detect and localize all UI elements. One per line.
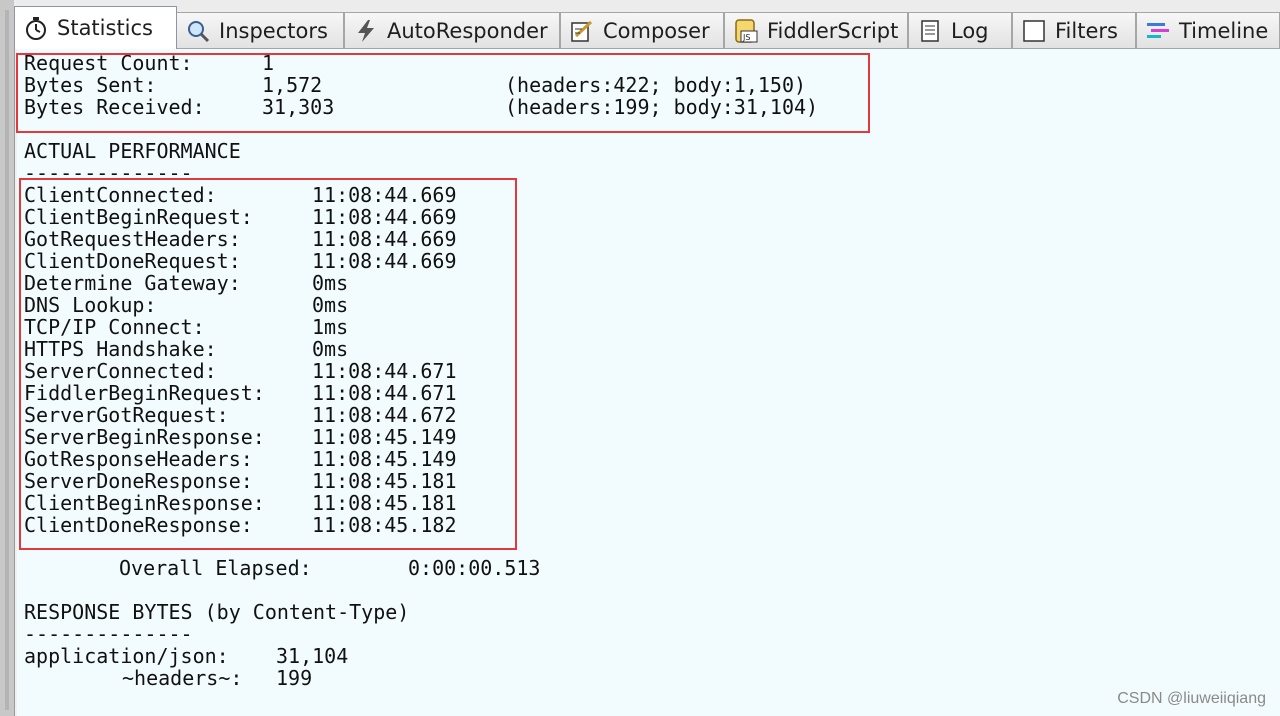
tab-composer[interactable]: Composer — [560, 12, 724, 48]
tab-label: Composer — [603, 18, 710, 43]
tab-statistics[interactable]: Statistics — [14, 6, 177, 49]
tab-label: Filters — [1055, 18, 1118, 43]
timeline-icon — [1145, 18, 1171, 44]
left-splitter[interactable] — [0, 0, 15, 716]
tab-autoresponder[interactable]: AutoResponder — [344, 12, 560, 48]
checkbox-icon — [1021, 18, 1047, 44]
response-bytes-row-value: 199 — [276, 666, 313, 690]
response-bytes-separator: -------------- — [24, 622, 193, 646]
tab-label: Statistics — [57, 16, 153, 40]
performance-heading: ACTUAL PERFORMANCE — [24, 139, 241, 163]
watermark: CSDN @liuweiiqiang — [1117, 690, 1266, 707]
overall-elapsed-value: 0:00:00.513 — [408, 556, 541, 580]
response-bytes-row-value: 31,104 — [276, 644, 349, 668]
tab-timeline[interactable]: Timeline — [1136, 12, 1280, 48]
tab-bar: Statistics Inspectors AutoResponder Comp… — [14, 0, 1280, 49]
tab-label: Log — [951, 18, 989, 43]
performance-highlight-box — [19, 178, 517, 550]
svg-text:JS: JS — [742, 33, 750, 42]
tab-label: Timeline — [1179, 18, 1269, 43]
tab-label: Inspectors — [219, 18, 328, 43]
overall-elapsed-label: Overall Elapsed: — [119, 556, 312, 580]
magnifier-icon — [185, 18, 211, 44]
script-js-icon: JS — [733, 18, 759, 44]
summary-highlight-box — [16, 53, 870, 133]
tab-log[interactable]: Log — [908, 12, 1012, 48]
document-icon — [917, 18, 943, 44]
tab-fiddlerscript[interactable]: JS FiddlerScript — [724, 12, 908, 48]
stopwatch-icon — [23, 15, 49, 41]
tab-inspectors[interactable]: Inspectors — [176, 12, 344, 48]
tab-label: AutoResponder — [387, 18, 548, 43]
response-bytes-row-label: ~headers~: — [122, 666, 243, 690]
tab-filters[interactable]: Filters — [1012, 12, 1136, 48]
response-bytes-heading: RESPONSE BYTES (by Content-Type) — [24, 600, 410, 624]
tab-label: FiddlerScript — [767, 18, 899, 43]
edit-icon — [569, 18, 595, 44]
response-bytes-row-label: application/json: — [24, 644, 229, 668]
lightning-icon — [353, 18, 379, 44]
